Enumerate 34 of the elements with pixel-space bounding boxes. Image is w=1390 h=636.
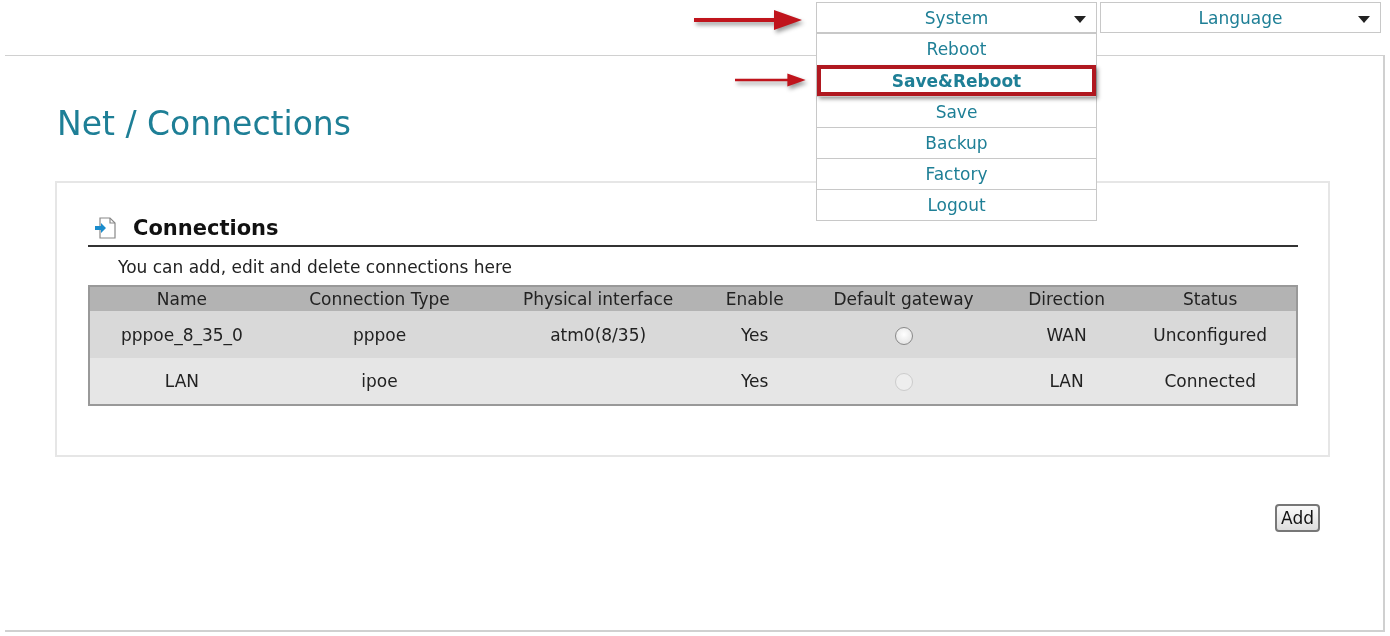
dropdown-select[interactable]: System <box>816 2 1097 33</box>
table-cell: Yes <box>711 311 799 358</box>
document-arrow-icon <box>93 215 119 241</box>
menu-item[interactable]: Logout <box>817 189 1096 220</box>
table-cell: Connected <box>1124 358 1297 405</box>
table-cell: ipoe <box>273 358 486 405</box>
caret-icon <box>1074 16 1086 23</box>
dropdown-select[interactable]: Language <box>1100 2 1381 33</box>
table-cell: LAN <box>89 358 274 405</box>
menu-item[interactable]: Factory <box>817 158 1096 189</box>
add-button[interactable]: Add <box>1275 504 1320 532</box>
caret-icon <box>1358 16 1370 23</box>
section-description: You can add, edit and delete connections here <box>118 257 514 277</box>
column-header: Connection Type <box>273 286 486 311</box>
table-cell: atm0(8/35) <box>485 311 712 358</box>
page-title: Net / Connections <box>57 104 351 143</box>
column-header: Name <box>89 286 274 311</box>
menu-item[interactable]: Save <box>817 96 1096 127</box>
menu-item[interactable]: Reboot <box>817 34 1096 65</box>
table-cell: LAN <box>1008 358 1125 405</box>
table-cell: pppoe_8_35_0 <box>89 311 274 358</box>
column-header: Status <box>1124 286 1297 311</box>
table-cell: Yes <box>711 358 799 405</box>
section-title: Connections <box>133 216 279 240</box>
menu-item[interactable]: Backup <box>817 127 1096 158</box>
table-cell: WAN <box>1008 311 1125 358</box>
table-cell: pppoe <box>273 311 486 358</box>
radio-button[interactable] <box>894 326 913 345</box>
table-cell: Unconfigured <box>1124 311 1297 358</box>
column-header: Default gateway <box>798 286 1009 311</box>
column-header: Physical interface <box>485 286 712 311</box>
column-header: Direction <box>1008 286 1125 311</box>
annotation-arrow <box>735 71 807 89</box>
column-header: Enable <box>711 286 799 311</box>
